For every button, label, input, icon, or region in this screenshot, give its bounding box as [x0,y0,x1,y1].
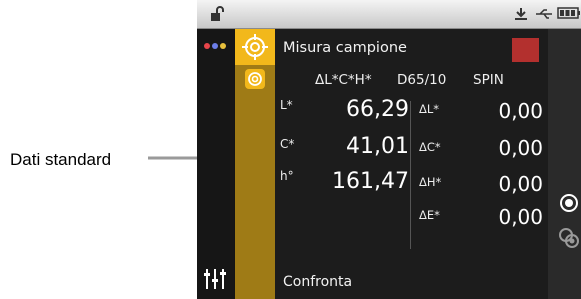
value-l: 66,29 [346,97,409,122]
delta-value-e: 0,00 [498,205,543,229]
header-mode: ΔL*C*H* [315,72,372,88]
sliders-icon[interactable] [202,267,228,291]
battery-icon [557,7,580,19]
measurement-panel: Misura campione ΔL*C*H* D65/10 SPIN L* 6… [275,29,548,299]
delta-label-c: ΔC* [419,140,441,154]
status-bar [197,0,581,29]
delta-label-e: ΔE* [419,208,440,222]
value-h: 161,47 [332,169,409,194]
value-c: 41,01 [346,134,409,159]
dots-menu-icon[interactable] [203,42,227,50]
device-screen: Misura campione ΔL*C*H* D65/10 SPIN L* 6… [197,0,581,299]
tab-measure[interactable] [235,29,275,65]
label-h: h° [280,169,294,183]
lock-open-icon [211,6,224,21]
right-sidebar [548,29,581,299]
target-icon [242,34,268,60]
label-c: C* [280,137,295,151]
measure-icon[interactable] [558,192,580,214]
panel-title: Misura campione [283,40,407,56]
target-small-icon [248,72,262,86]
usb-icon [536,9,552,19]
delta-label-l: ΔL* [419,102,440,116]
delta-value-h: 0,00 [498,172,543,196]
color-swatch[interactable] [512,38,539,62]
header-illuminant: D65/10 [397,72,447,88]
header-spec: SPIN [473,72,504,88]
download-icon [515,8,527,20]
delta-value-l: 0,00 [498,99,543,123]
compare-icon[interactable] [556,225,581,251]
delta-label-h: ΔH* [419,175,442,189]
label-l: L* [280,98,293,112]
compare-label[interactable]: Confronta [283,274,352,290]
delta-value-c: 0,00 [498,136,543,160]
tab-standard[interactable] [245,69,265,89]
left-sidebar [197,29,234,299]
callout-label: Dati standard [10,150,112,169]
divider [410,101,411,249]
tab-strip [235,29,275,299]
